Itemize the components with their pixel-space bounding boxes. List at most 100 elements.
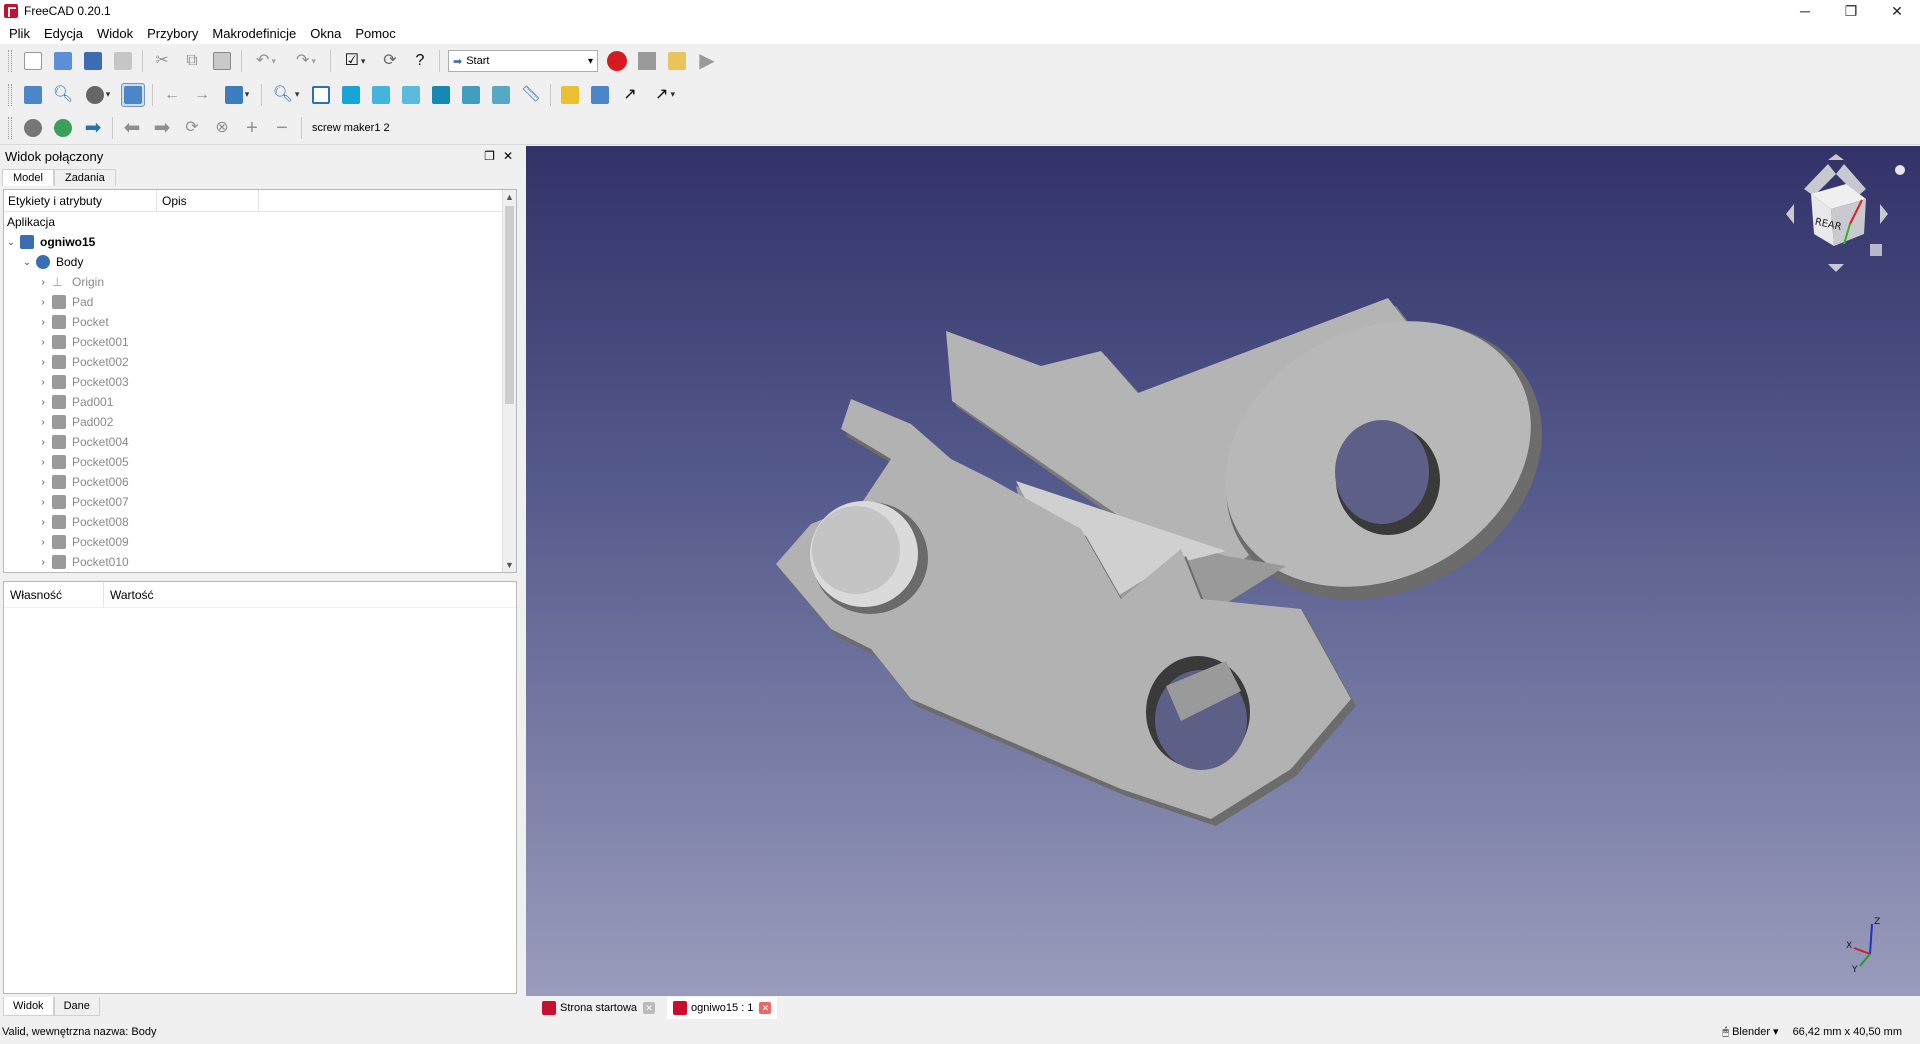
menu-macro[interactable]: Makrodefinicje: [205, 26, 303, 41]
nav-forward-icon[interactable]: ➡: [150, 116, 174, 140]
property-column-name[interactable]: Własność: [4, 582, 104, 607]
create-group-icon[interactable]: [588, 83, 612, 107]
new-document-icon[interactable]: [21, 49, 45, 73]
measure-distance-icon[interactable]: 📏︎: [519, 83, 543, 107]
chevron-right-icon[interactable]: ›: [36, 477, 50, 488]
chevron-right-icon[interactable]: ›: [36, 537, 50, 548]
workbench-selector[interactable]: ➡ Start ▾: [448, 50, 598, 72]
macro-record-icon[interactable]: [605, 49, 629, 73]
orbit-left-icon[interactable]: [1786, 204, 1794, 224]
save-icon[interactable]: [81, 49, 105, 73]
tree-feature-row[interactable]: › Pocket003: [4, 372, 502, 392]
fit-selection-icon[interactable]: 🔍︎: [51, 83, 75, 107]
chevron-right-icon[interactable]: ›: [36, 497, 50, 508]
navigation-cube[interactable]: REAR: [1766, 154, 1906, 274]
tree-scrollbar[interactable]: ▲ ▼: [502, 190, 516, 572]
toolbar-handle[interactable]: [8, 116, 12, 139]
property-column-value[interactable]: Wartość: [104, 588, 154, 602]
redo-icon[interactable]: ↷: [289, 49, 323, 73]
orbit-down-icon[interactable]: [1828, 264, 1844, 272]
chevron-right-icon[interactable]: ›: [36, 437, 50, 448]
chevron-right-icon[interactable]: ›: [36, 317, 50, 328]
view-right-icon[interactable]: [399, 83, 423, 107]
tab-start-page[interactable]: Strona startowa ✕: [536, 997, 661, 1019]
scroll-up-icon[interactable]: ▲: [503, 190, 516, 204]
tab-tasks[interactable]: Zadania: [53, 169, 116, 186]
copy-icon[interactable]: ⧉: [180, 49, 204, 73]
open-folder-icon[interactable]: [51, 49, 75, 73]
3d-viewport[interactable]: REAR Z X Y: [526, 146, 1920, 996]
menu-view[interactable]: Widok: [90, 26, 140, 41]
paste-icon[interactable]: [210, 49, 234, 73]
float-panel-icon[interactable]: ❐: [484, 149, 495, 163]
tree-feature-row[interactable]: › Pad002: [4, 412, 502, 432]
menu-file[interactable]: Plik: [2, 26, 37, 41]
tree-column-description[interactable]: Opis: [157, 190, 259, 211]
std-views-icon[interactable]: 🔍︎: [269, 83, 303, 107]
chevron-right-icon[interactable]: ›: [36, 297, 50, 308]
macro-play-icon[interactable]: ▶: [695, 49, 719, 73]
tab-model[interactable]: Model: [2, 169, 54, 186]
tree-feature-row[interactable]: › Pad: [4, 292, 502, 312]
tab-view[interactable]: Widok: [3, 997, 54, 1016]
bounding-box-icon[interactable]: [121, 82, 145, 107]
link-actions-icon[interactable]: ↗: [648, 83, 682, 107]
close-tab-icon[interactable]: ✕: [643, 1002, 656, 1014]
chevron-right-icon[interactable]: ›: [36, 397, 50, 408]
toolbar-handle[interactable]: [8, 83, 12, 106]
tab-data[interactable]: Dane: [53, 997, 100, 1016]
chevron-right-icon[interactable]: ›: [36, 557, 50, 568]
macro-edit-icon[interactable]: [665, 49, 689, 73]
macro-stop-icon[interactable]: [635, 49, 659, 73]
tree-column-labels[interactable]: Etykiety i atrybuty: [4, 190, 157, 211]
navcube-home-icon[interactable]: [1870, 244, 1882, 256]
refresh-check-icon[interactable]: ☑: [338, 49, 372, 73]
recompute-icon[interactable]: ⟳: [378, 49, 402, 73]
close-window-button[interactable]: ✕: [1874, 0, 1920, 22]
navcube-menu-icon[interactable]: [1895, 165, 1905, 175]
print-icon[interactable]: [111, 49, 135, 73]
view-bottom-icon[interactable]: [459, 83, 483, 107]
navigation-style-selector[interactable]: 🖱︎ Blender ▾: [1722, 1025, 1778, 1039]
close-tab-icon[interactable]: ✕: [759, 1002, 772, 1014]
orbit-up-icon[interactable]: [1828, 154, 1844, 160]
view-top-icon[interactable]: [369, 83, 393, 107]
fit-all-icon[interactable]: [21, 83, 45, 107]
nav-back-icon[interactable]: ⬅: [120, 116, 144, 140]
orbit-right-icon[interactable]: [1880, 204, 1888, 224]
chevron-right-icon[interactable]: ›: [36, 517, 50, 528]
tree-feature-row[interactable]: › Pocket004: [4, 432, 502, 452]
chevron-right-icon[interactable]: ›: [36, 337, 50, 348]
tree-feature-row[interactable]: › Pocket010: [4, 552, 502, 572]
zoom-in-icon[interactable]: +: [240, 116, 264, 140]
tree-feature-row[interactable]: › Pocket: [4, 312, 502, 332]
close-panel-icon[interactable]: ✕: [503, 149, 513, 163]
scroll-down-icon[interactable]: ▼: [503, 558, 516, 572]
draw-style-icon[interactable]: [81, 83, 115, 107]
tree-feature-row[interactable]: › Pocket002: [4, 352, 502, 372]
undo-icon[interactable]: ↶: [249, 49, 283, 73]
minimize-button[interactable]: ─: [1782, 0, 1828, 22]
tree-feature-row[interactable]: › Pocket005: [4, 452, 502, 472]
view-rear-icon[interactable]: [429, 83, 453, 107]
chevron-right-icon[interactable]: ›: [36, 417, 50, 428]
chevron-right-icon[interactable]: ›: [36, 277, 50, 288]
tree-feature-row[interactable]: › Pad001: [4, 392, 502, 412]
reload-icon[interactable]: ⟳: [180, 116, 204, 140]
view-isometric-icon[interactable]: [309, 83, 333, 107]
stop-icon[interactable]: ⊗: [210, 116, 234, 140]
menu-tools[interactable]: Przybory: [140, 26, 205, 41]
create-link-icon[interactable]: ↗: [618, 83, 642, 107]
view-left-icon[interactable]: [489, 83, 513, 107]
globe-icon[interactable]: [51, 116, 75, 140]
tree-body-row[interactable]: ⌄ Body: [4, 252, 502, 272]
web-home-icon[interactable]: [21, 116, 45, 140]
tree-feature-row[interactable]: › ⊥ Origin: [4, 272, 502, 292]
toolbar-handle[interactable]: [8, 50, 12, 72]
cut-icon[interactable]: ✂: [150, 49, 174, 73]
scroll-thumb[interactable]: [505, 206, 514, 404]
whats-this-icon[interactable]: ?: [408, 49, 432, 73]
tab-document[interactable]: ogniwo15 : 1 ✕: [667, 997, 778, 1019]
zoom-out-icon[interactable]: −: [270, 116, 294, 140]
tree-document-row[interactable]: ⌄ ogniwo15: [4, 232, 502, 252]
